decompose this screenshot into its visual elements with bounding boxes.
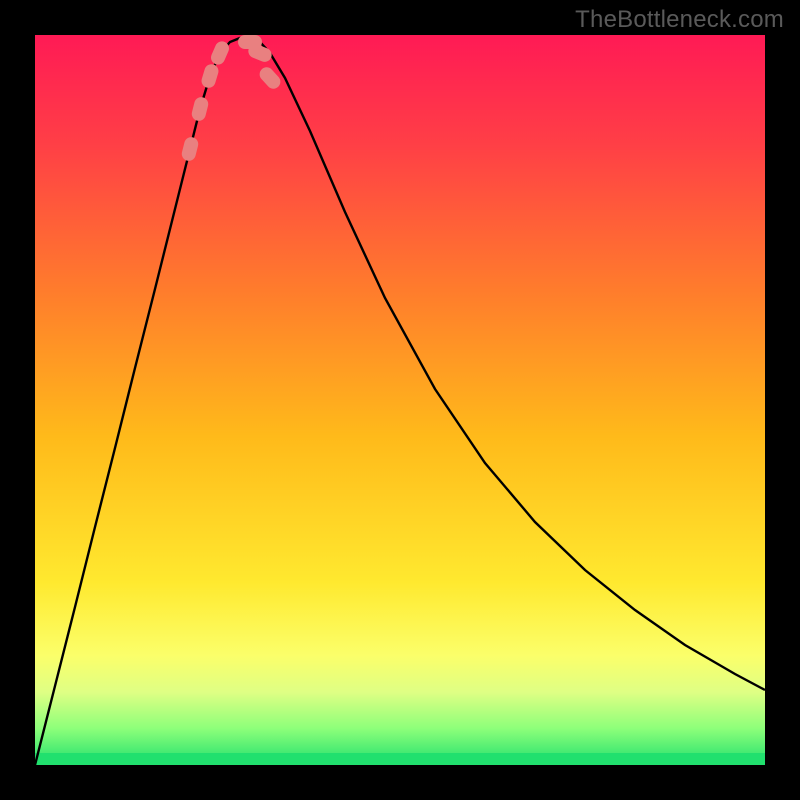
chart-frame: TheBottleneck.com	[0, 0, 800, 800]
watermark-text: TheBottleneck.com	[575, 6, 784, 34]
bottleneck-chart	[35, 35, 765, 765]
floor-stripe	[35, 753, 765, 765]
gradient-background	[35, 35, 765, 765]
